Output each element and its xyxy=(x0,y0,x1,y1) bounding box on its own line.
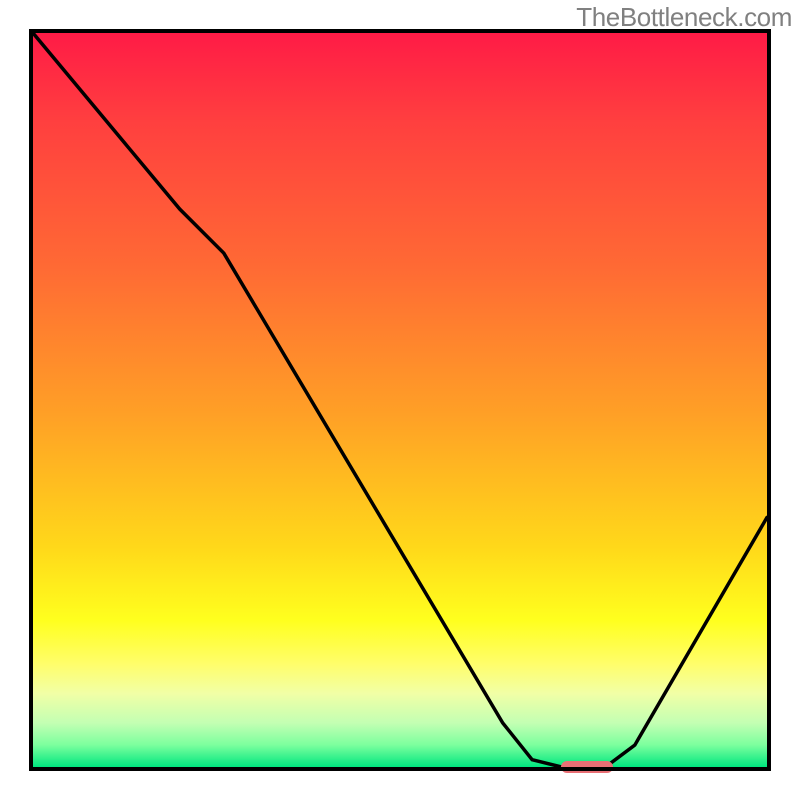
plot-border xyxy=(29,29,771,771)
chart-frame: TheBottleneck.com xyxy=(0,0,800,800)
plot-area xyxy=(29,29,771,771)
